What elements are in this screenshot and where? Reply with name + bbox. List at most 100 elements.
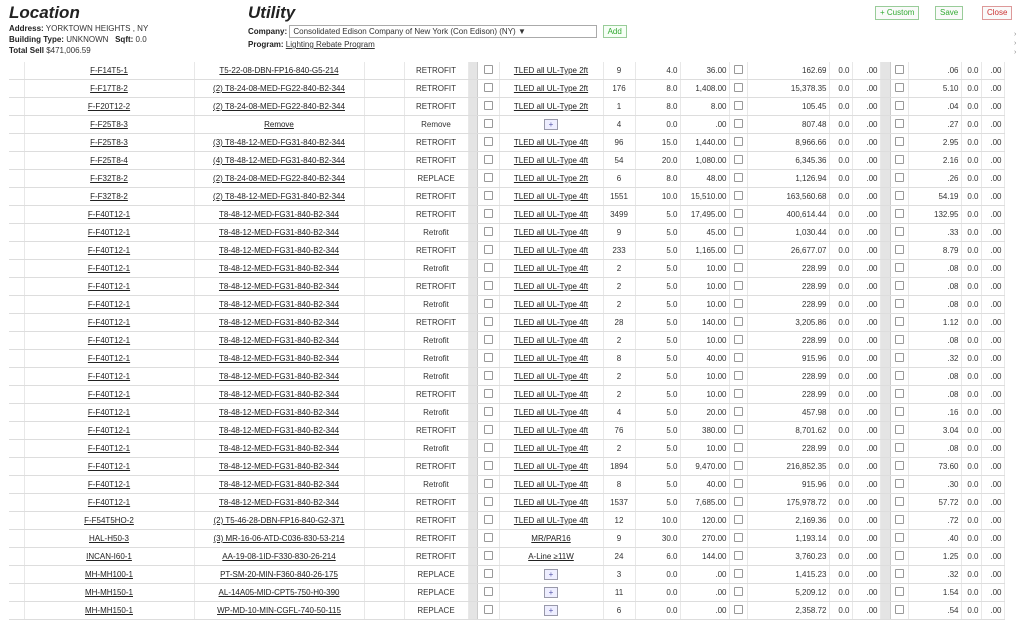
proposed-fixture-link[interactable]: T8-48-12-MED-FG31-840-B2-344 bbox=[194, 493, 365, 512]
checkbox[interactable] bbox=[894, 461, 904, 470]
row-checkbox[interactable] bbox=[729, 259, 748, 278]
row-checkbox[interactable] bbox=[890, 493, 909, 512]
row-checkbox[interactable] bbox=[729, 601, 748, 620]
checkbox[interactable] bbox=[733, 587, 743, 596]
close-button[interactable]: Close bbox=[982, 6, 1013, 20]
row-checkbox[interactable] bbox=[477, 241, 500, 260]
row-checkbox[interactable] bbox=[477, 547, 500, 566]
measure-link[interactable]: TLED all UL-Type 4ft bbox=[499, 259, 604, 278]
checkbox[interactable] bbox=[733, 101, 743, 110]
row-checkbox[interactable] bbox=[729, 547, 748, 566]
row-checkbox[interactable] bbox=[890, 583, 909, 602]
row-select-cell[interactable] bbox=[9, 277, 25, 296]
proposed-fixture-link[interactable]: T8-48-12-MED-FG31-840-B2-344 bbox=[194, 259, 365, 278]
row-checkbox[interactable] bbox=[729, 151, 748, 170]
row-checkbox[interactable] bbox=[477, 97, 500, 116]
row-checkbox[interactable] bbox=[890, 187, 909, 206]
row-checkbox[interactable] bbox=[477, 79, 500, 98]
checkbox[interactable] bbox=[733, 83, 743, 92]
checkbox[interactable] bbox=[894, 155, 904, 164]
existing-fixture-link[interactable]: F-F40T12-1 bbox=[24, 367, 195, 386]
row-checkbox[interactable] bbox=[890, 115, 909, 134]
row-select-cell[interactable] bbox=[9, 475, 25, 494]
row-checkbox[interactable] bbox=[890, 277, 909, 296]
checkbox[interactable] bbox=[483, 551, 493, 560]
row-checkbox[interactable] bbox=[477, 385, 500, 404]
chevron-right-icon[interactable]: › bbox=[1014, 48, 1016, 57]
row-checkbox[interactable] bbox=[729, 493, 748, 512]
measure-link[interactable]: TLED all UL-Type 4ft bbox=[499, 493, 604, 512]
row-checkbox[interactable] bbox=[477, 133, 500, 152]
checkbox[interactable] bbox=[894, 281, 904, 290]
checkbox[interactable] bbox=[483, 425, 493, 434]
row-checkbox[interactable] bbox=[729, 223, 748, 242]
row-checkbox[interactable] bbox=[729, 97, 748, 116]
checkbox[interactable] bbox=[483, 587, 493, 596]
proposed-fixture-link[interactable]: T8-48-12-MED-FG31-840-B2-344 bbox=[194, 277, 365, 296]
checkbox[interactable] bbox=[733, 137, 743, 146]
proposed-fixture-link[interactable]: T5-22-08-DBN-FP16-840-G5-214 bbox=[194, 62, 365, 80]
measure-link[interactable]: TLED all UL-Type 4ft bbox=[499, 475, 604, 494]
measure-link[interactable]: TLED all UL-Type 2ft bbox=[499, 79, 604, 98]
row-select-cell[interactable] bbox=[9, 457, 25, 476]
proposed-fixture-link[interactable]: (2) T8-24-08-MED-FG22-840-B2-344 bbox=[194, 79, 365, 98]
existing-fixture-link[interactable]: F-F40T12-1 bbox=[24, 457, 195, 476]
row-checkbox[interactable] bbox=[890, 62, 909, 80]
measure-link[interactable]: TLED all UL-Type 4ft bbox=[499, 367, 604, 386]
proposed-fixture-link[interactable]: T8-48-12-MED-FG31-840-B2-344 bbox=[194, 313, 365, 332]
checkbox[interactable] bbox=[483, 281, 493, 290]
row-checkbox[interactable] bbox=[890, 367, 909, 386]
row-checkbox[interactable] bbox=[729, 385, 748, 404]
row-select-cell[interactable] bbox=[9, 529, 25, 548]
checkbox[interactable] bbox=[733, 227, 743, 236]
checkbox[interactable] bbox=[483, 461, 493, 470]
checkbox[interactable] bbox=[894, 227, 904, 236]
measure-link[interactable]: TLED all UL-Type 4ft bbox=[499, 403, 604, 422]
row-checkbox[interactable] bbox=[890, 241, 909, 260]
row-checkbox[interactable] bbox=[477, 205, 500, 224]
row-checkbox[interactable] bbox=[477, 62, 500, 80]
checkbox[interactable] bbox=[483, 515, 493, 524]
row-checkbox[interactable] bbox=[477, 403, 500, 422]
checkbox[interactable] bbox=[894, 209, 904, 218]
checkbox[interactable] bbox=[733, 461, 743, 470]
proposed-fixture-link[interactable]: T8-48-12-MED-FG31-840-B2-344 bbox=[194, 439, 365, 458]
measure-link[interactable]: TLED all UL-Type 2ft bbox=[499, 62, 604, 80]
row-checkbox[interactable] bbox=[729, 349, 748, 368]
add-custom-button[interactable]: + Custom bbox=[875, 6, 920, 20]
measure-link[interactable]: TLED all UL-Type 2ft bbox=[499, 97, 604, 116]
row-checkbox[interactable] bbox=[890, 169, 909, 188]
row-checkbox[interactable] bbox=[477, 583, 500, 602]
checkbox[interactable] bbox=[483, 119, 493, 128]
existing-fixture-link[interactable]: F-F40T12-1 bbox=[24, 205, 195, 224]
measure-link[interactable]: TLED all UL-Type 2ft bbox=[499, 169, 604, 188]
row-checkbox[interactable] bbox=[729, 457, 748, 476]
row-select-cell[interactable] bbox=[9, 169, 25, 188]
proposed-fixture-link[interactable]: (3) T8-48-12-MED-FG31-840-B2-344 bbox=[194, 133, 365, 152]
proposed-fixture-link[interactable]: T8-48-12-MED-FG31-840-B2-344 bbox=[194, 223, 365, 242]
checkbox[interactable] bbox=[733, 65, 743, 74]
checkbox[interactable] bbox=[894, 569, 904, 578]
proposed-fixture-link[interactable]: T8-48-12-MED-FG31-840-B2-344 bbox=[194, 457, 365, 476]
row-checkbox[interactable] bbox=[477, 601, 500, 620]
checkbox[interactable] bbox=[733, 281, 743, 290]
row-checkbox[interactable] bbox=[477, 421, 500, 440]
row-checkbox[interactable] bbox=[477, 277, 500, 296]
row-checkbox[interactable] bbox=[729, 367, 748, 386]
checkbox[interactable] bbox=[483, 101, 493, 110]
row-checkbox[interactable] bbox=[890, 457, 909, 476]
row-checkbox[interactable] bbox=[729, 295, 748, 314]
measure-link[interactable]: TLED all UL-Type 4ft bbox=[499, 223, 604, 242]
row-select-cell[interactable] bbox=[9, 439, 25, 458]
plus-icon[interactable]: + bbox=[544, 605, 558, 616]
existing-fixture-link[interactable]: F-F20T12-2 bbox=[24, 97, 195, 116]
row-checkbox[interactable] bbox=[890, 313, 909, 332]
existing-fixture-link[interactable]: F-F25T8-3 bbox=[24, 115, 195, 134]
row-checkbox[interactable] bbox=[729, 331, 748, 350]
row-checkbox[interactable] bbox=[477, 331, 500, 350]
row-checkbox[interactable] bbox=[477, 349, 500, 368]
row-checkbox[interactable] bbox=[729, 439, 748, 458]
proposed-fixture-link[interactable]: (4) T8-48-12-MED-FG31-840-B2-344 bbox=[194, 151, 365, 170]
row-checkbox[interactable] bbox=[890, 223, 909, 242]
existing-fixture-link[interactable]: F-F54T5HO-2 bbox=[24, 511, 195, 530]
